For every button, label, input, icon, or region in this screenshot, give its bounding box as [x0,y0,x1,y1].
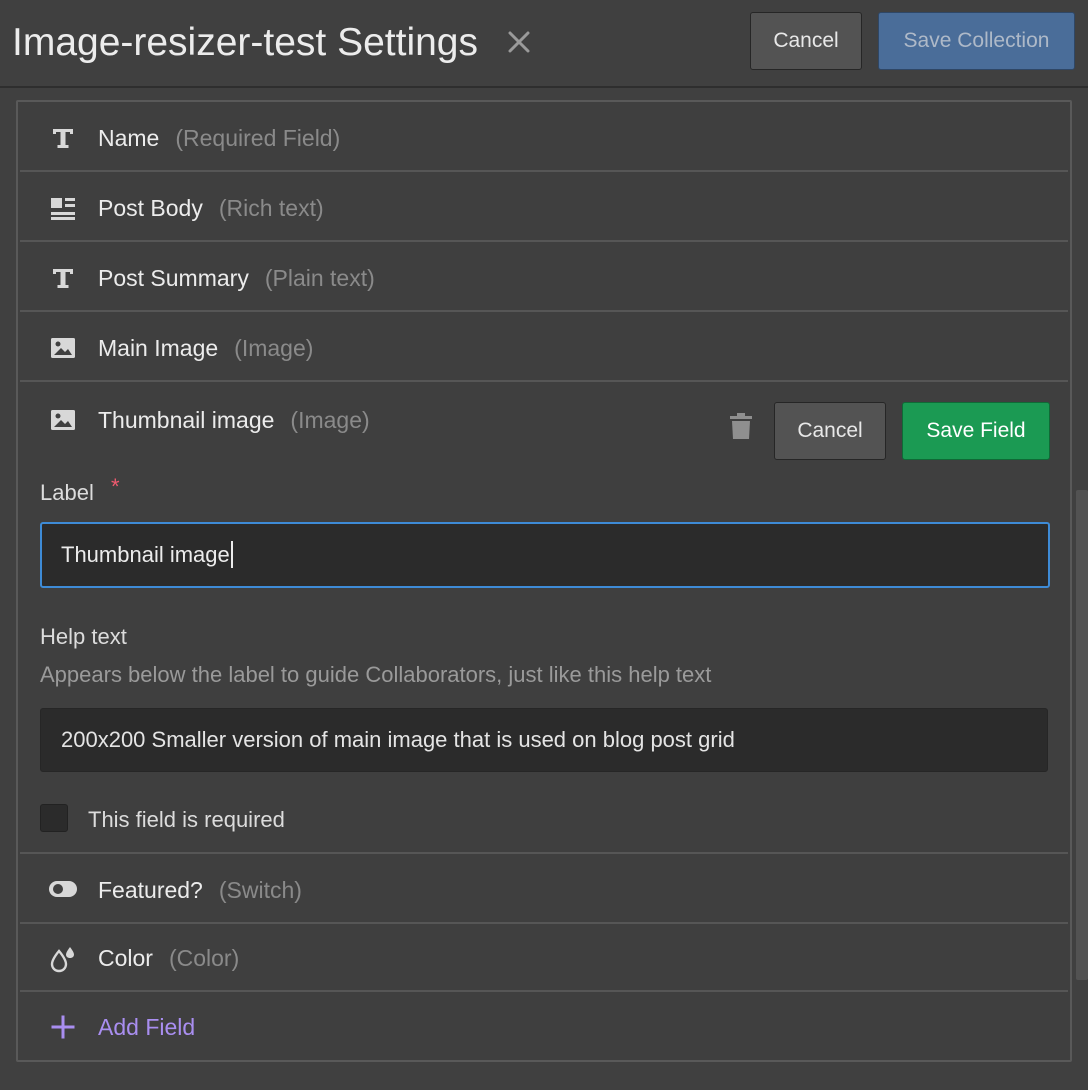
text-icon [53,269,73,288]
label-input[interactable]: Thumbnail image [40,522,1050,588]
close-icon[interactable] [504,27,534,57]
field-type: (Required Field) [175,125,341,151]
field-editor-thumbnail-image: Thumbnail image (Image) Cancel Save Field… [20,384,1068,854]
field-type: (Switch) [218,877,302,903]
field-row-featured[interactable]: Featured? (Switch) [20,854,1068,924]
required-checkbox-label: This field is required [88,807,285,832]
help-text-value: 200x200 Smaller version of main image th… [61,727,735,752]
add-field-label: Add Field [98,1014,196,1040]
field-type: (Plain text) [264,265,375,291]
scrollbar[interactable] [1076,490,1088,980]
cancel-button[interactable]: Cancel [750,12,862,70]
cancel-field-button[interactable]: Cancel [774,402,886,460]
field-name: Color [98,945,153,971]
rich-text-icon [51,198,75,220]
add-field-button[interactable]: Add Field [20,992,1068,1060]
field-type: (Image) [234,335,314,361]
field-type: (Color) [168,945,240,971]
field-name: Post Body [98,195,203,221]
trash-icon[interactable] [728,412,754,440]
label-caption: Label [40,480,94,505]
image-icon [51,410,75,430]
field-row-main-image[interactable]: Main Image (Image) [20,312,1068,382]
field-name: Featured? [98,877,203,903]
switch-icon [49,881,77,897]
fields-panel: Name (Required Field) Post Body (Rich text… [16,100,1072,1062]
required-checkbox[interactable] [40,804,68,832]
text-caret [230,541,233,568]
field-row-post-body[interactable]: Post Body (Rich text) [20,172,1068,242]
save-field-button[interactable]: Save Field [902,402,1050,460]
label-input-value: Thumbnail image [61,542,230,567]
field-type: (Image) [290,407,370,433]
field-name: Main Image [98,335,219,361]
page-title: Image-resizer-test Settings [12,21,479,64]
help-text-description: Appears below the label to guide Collabo… [40,662,712,687]
field-row-color[interactable]: Color (Color) [20,924,1068,992]
field-row-name[interactable]: Name (Required Field) [20,102,1068,172]
modal-header: Image-resizer-test Settings Cancel Save … [0,0,1088,88]
plus-icon [51,1015,75,1039]
save-collection-button[interactable]: Save Collection [878,12,1075,70]
field-row-post-summary[interactable]: Post Summary (Plain text) [20,242,1068,312]
field-name: Thumbnail image [98,407,275,433]
field-type: (Rich text) [218,195,324,221]
color-drop-icon [50,947,74,973]
help-text-input[interactable]: 200x200 Smaller version of main image th… [40,708,1048,772]
field-name: Post Summary [98,265,249,291]
required-star: * [111,474,120,499]
field-name: Name [98,125,160,151]
image-icon [51,338,75,358]
text-icon [53,129,73,148]
help-text-caption: Help text [40,624,127,649]
